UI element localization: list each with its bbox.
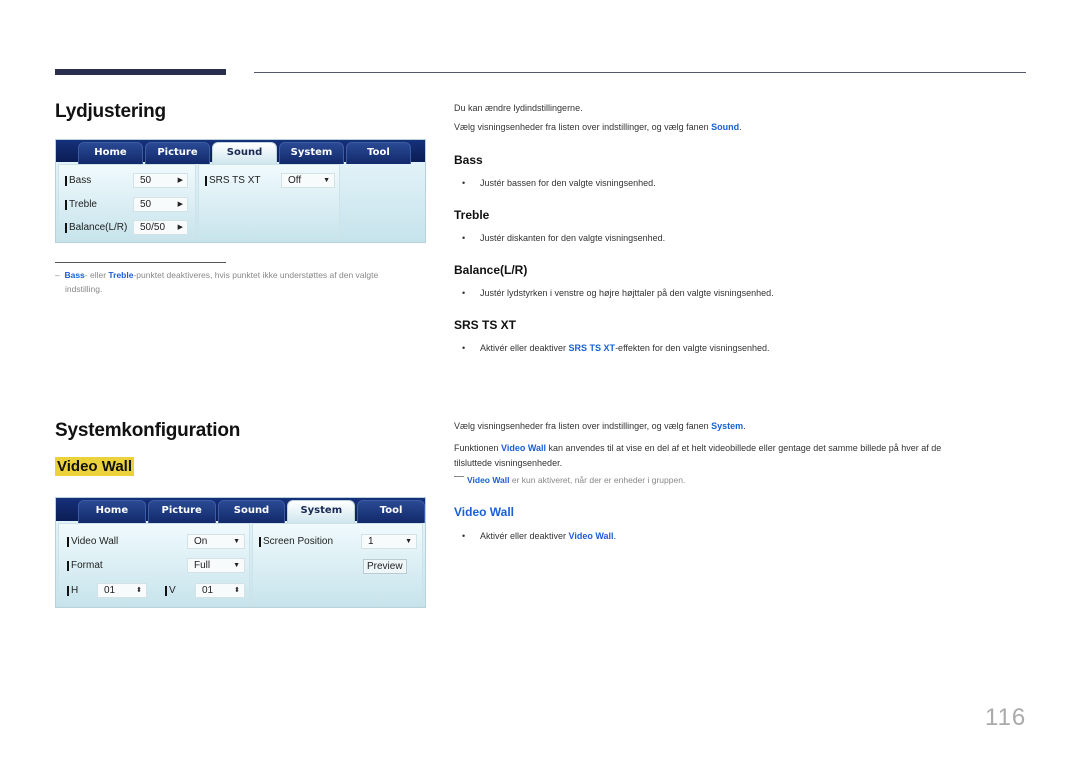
- h-stepper[interactable]: 01 ⬍: [97, 583, 147, 598]
- bullet-video-wall: • Aktivér eller deaktiver Video Wall.: [462, 531, 617, 541]
- h-label: H: [67, 585, 78, 596]
- balance-field[interactable]: 50/50 ▶: [133, 220, 188, 235]
- tab-system[interactable]: System: [287, 500, 356, 523]
- chevron-down-icon[interactable]: ▼: [233, 535, 240, 548]
- sound-select-instruction: Vælg visningsenheder fra listen over ind…: [454, 122, 742, 132]
- arrow-right-icon[interactable]: ▶: [178, 174, 183, 187]
- video-wall-description: Funktionen Video Wall kan anvendes til a…: [454, 443, 942, 468]
- screen-position-label: Screen Position: [259, 536, 333, 547]
- sound-group-right: SRS TS XT Off ▼: [198, 164, 340, 240]
- treble-label: Treble: [65, 199, 97, 210]
- arrow-right-icon[interactable]: ▶: [178, 198, 183, 211]
- sound-intro: Du kan ændre lydindstillingerne.: [454, 103, 583, 113]
- tab-tool[interactable]: Tool: [346, 142, 411, 164]
- page-number: 116: [985, 704, 1027, 731]
- subtitle-video-wall: Video Wall: [55, 457, 135, 476]
- video-wall-note: Video Wall er kun aktiveret, når der er …: [454, 473, 685, 487]
- sound-group-left: Bass 50 ▶ Treble 50 ▶ Balance(L/R) 50/50 ▶: [58, 164, 196, 240]
- header-rule-thin: [254, 72, 1026, 73]
- bullet-srs: • Aktivér eller deaktiver SRS TS XT-effek…: [462, 343, 770, 353]
- system-select-instruction: Vælg visningsenheder fra listen over ind…: [454, 421, 746, 431]
- video-wall-label: Video Wall: [67, 536, 118, 547]
- chevron-down-icon[interactable]: ▼: [405, 535, 412, 548]
- system-settings-panel: Home Picture Sound System Tool Video Wal…: [55, 497, 426, 608]
- chevron-down-icon[interactable]: ▼: [233, 559, 240, 572]
- bullet-balance: • Justér lydstyrken i venstre og højre hø…: [462, 288, 774, 298]
- chevron-down-icon[interactable]: ▼: [323, 174, 330, 187]
- screen-position-dropdown[interactable]: 1 ▼: [361, 534, 417, 549]
- tab-system[interactable]: System: [279, 142, 344, 164]
- system-group-right: Screen Position 1 ▼ Preview: [252, 523, 423, 605]
- stepper-icon[interactable]: ⬍: [136, 584, 142, 597]
- treble-field[interactable]: 50 ▶: [133, 197, 188, 212]
- tab-home[interactable]: Home: [78, 142, 143, 164]
- heading-balance: Balance(L/R): [454, 263, 528, 277]
- sound-settings-panel: Home Picture Sound System Tool Bass 50 ▶ …: [55, 139, 426, 243]
- tab-sound[interactable]: Sound: [217, 500, 286, 523]
- tab-sound[interactable]: Sound: [212, 142, 277, 164]
- footnote-bass-treble: – Bass- eller Treble-punktet deaktiveres…: [55, 270, 379, 294]
- header-rule-thick: [55, 69, 226, 75]
- tab-home[interactable]: Home: [78, 500, 146, 523]
- balance-label: Balance(L/R): [65, 222, 127, 233]
- srs-label: SRS TS XT: [205, 175, 261, 186]
- bass-field[interactable]: 50 ▶: [133, 173, 188, 188]
- stepper-icon[interactable]: ⬍: [234, 584, 240, 597]
- v-stepper[interactable]: 01 ⬍: [195, 583, 245, 598]
- preview-button[interactable]: Preview: [363, 559, 407, 574]
- tab-picture[interactable]: Picture: [145, 142, 210, 164]
- v-label: V: [165, 585, 176, 596]
- heading-treble: Treble: [454, 208, 490, 222]
- format-dropdown[interactable]: Full ▼: [187, 558, 245, 573]
- bullet-bass: • Justér bassen for den valgte visningsen…: [462, 178, 656, 188]
- tab-picture[interactable]: Picture: [147, 500, 216, 523]
- srs-dropdown[interactable]: Off ▼: [281, 173, 335, 188]
- section-title-lydjustering: Lydjustering: [55, 101, 166, 122]
- note-divider: [55, 262, 226, 263]
- tab-bar: Home Picture Sound System Tool: [56, 140, 425, 164]
- bass-label: Bass: [65, 175, 91, 186]
- heading-bass: Bass: [454, 153, 483, 167]
- tab-bar: Home Picture Sound System Tool: [56, 498, 425, 523]
- heading-video-wall: Video Wall: [454, 505, 515, 519]
- bullet-treble: • Justér diskanten for den valgte visning…: [462, 233, 666, 243]
- section-title-systemkonfiguration: Systemkonfiguration: [55, 420, 241, 441]
- system-group-left: Video Wall On ▼ Format Full ▼ H 01 ⬍ V 01 ⬍: [58, 523, 250, 605]
- format-label: Format: [67, 560, 103, 571]
- tab-tool[interactable]: Tool: [357, 500, 425, 523]
- video-wall-dropdown[interactable]: On ▼: [187, 534, 245, 549]
- arrow-right-icon[interactable]: ▶: [178, 221, 183, 234]
- heading-srs: SRS TS XT: [454, 318, 517, 332]
